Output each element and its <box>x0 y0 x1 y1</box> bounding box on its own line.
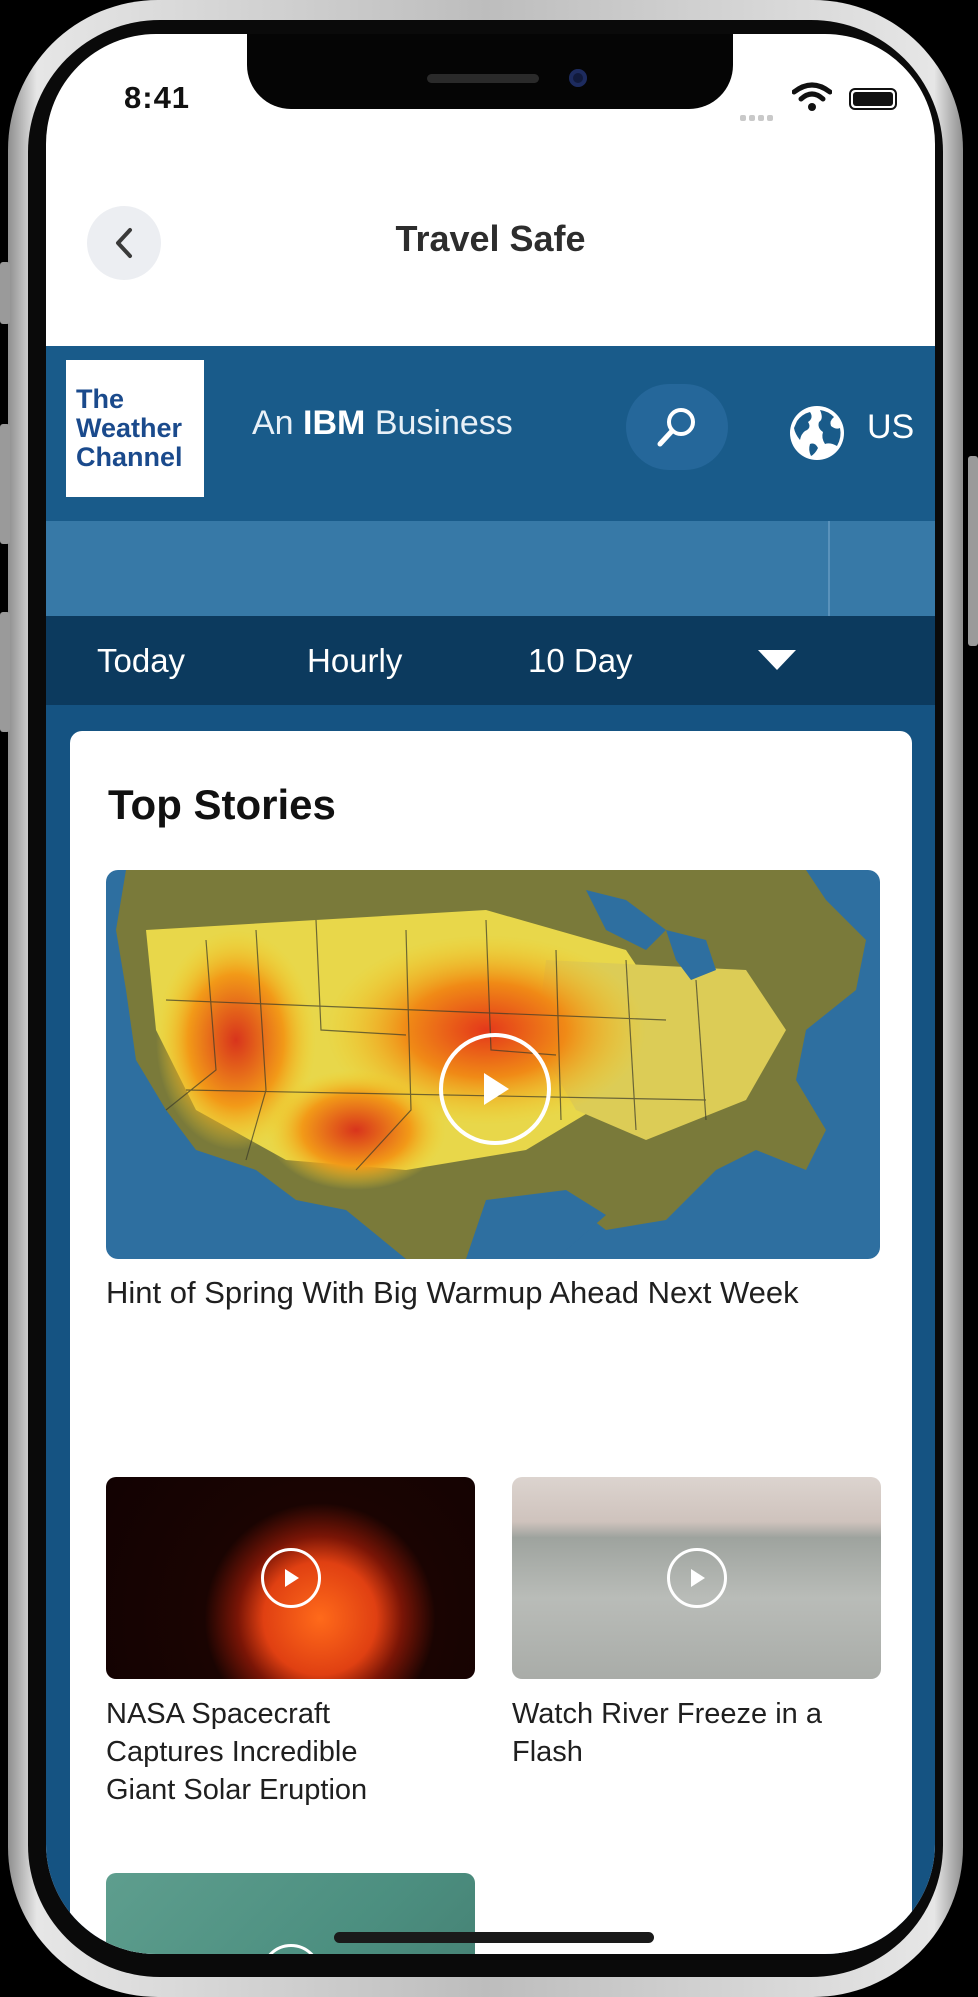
home-indicator[interactable] <box>334 1932 654 1943</box>
battery-icon <box>849 88 897 110</box>
mute-switch <box>0 262 10 324</box>
story-thumbnail-solar[interactable] <box>106 1477 475 1679</box>
app-screen: 8:41 Travel Safe The Weather Channel An … <box>46 34 935 1954</box>
twc-logo[interactable]: The Weather Channel <box>66 360 204 497</box>
search-button[interactable] <box>626 384 728 470</box>
power-button <box>968 456 978 646</box>
logo-line-2: Weather <box>76 413 183 443</box>
nav-sub-band <box>46 521 935 616</box>
story-thumbnail-river[interactable] <box>512 1477 881 1679</box>
globe-icon[interactable] <box>788 404 846 462</box>
play-icon[interactable] <box>667 1548 727 1608</box>
logo-line-1: The <box>76 384 125 414</box>
hero-story-image[interactable] <box>106 870 880 1259</box>
status-time: 8:41 <box>124 80 191 115</box>
tagline-strong: IBM <box>303 404 366 442</box>
volume-down-button <box>0 612 10 732</box>
signal-icon <box>740 108 782 121</box>
divider <box>828 521 830 616</box>
section-title: Top Stories <box>108 781 336 828</box>
logo-line-3: Channel <box>76 442 183 472</box>
hero-story-title[interactable]: Hint of Spring With Big Warmup Ahead Nex… <box>106 1271 876 1315</box>
volume-up-button <box>0 424 10 544</box>
front-camera <box>569 69 587 87</box>
play-icon[interactable] <box>261 1548 321 1608</box>
wifi-icon <box>792 82 832 111</box>
play-icon[interactable] <box>439 1033 551 1145</box>
speaker <box>427 74 539 83</box>
tab-today[interactable]: Today <box>97 642 185 680</box>
tagline-suffix: Business <box>374 404 513 442</box>
story-title-river[interactable]: Watch River Freeze in a Flash <box>512 1695 882 1771</box>
brand-tagline: An IBM Business <box>252 404 513 443</box>
chevron-down-icon[interactable] <box>758 650 796 670</box>
tab-10-day[interactable]: 10 Day <box>528 642 633 680</box>
locale-label[interactable]: US <box>867 408 914 447</box>
tagline-prefix: An <box>252 404 294 442</box>
story-title-solar[interactable]: NASA Spacecraft Captures Incredible Gian… <box>106 1695 426 1809</box>
brand-header: The Weather Channel An IBM Business US <box>46 346 935 521</box>
page-title: Travel Safe <box>395 218 586 259</box>
top-stories-card: Top Stories Hint of Spring With Big Warm… <box>70 731 912 1954</box>
forecast-tab-bar: Today Hourly 10 Day <box>46 616 935 705</box>
play-icon[interactable] <box>261 1944 321 1954</box>
notch <box>247 34 733 109</box>
search-icon <box>657 408 695 447</box>
tab-hourly[interactable]: Hourly <box>307 642 402 680</box>
